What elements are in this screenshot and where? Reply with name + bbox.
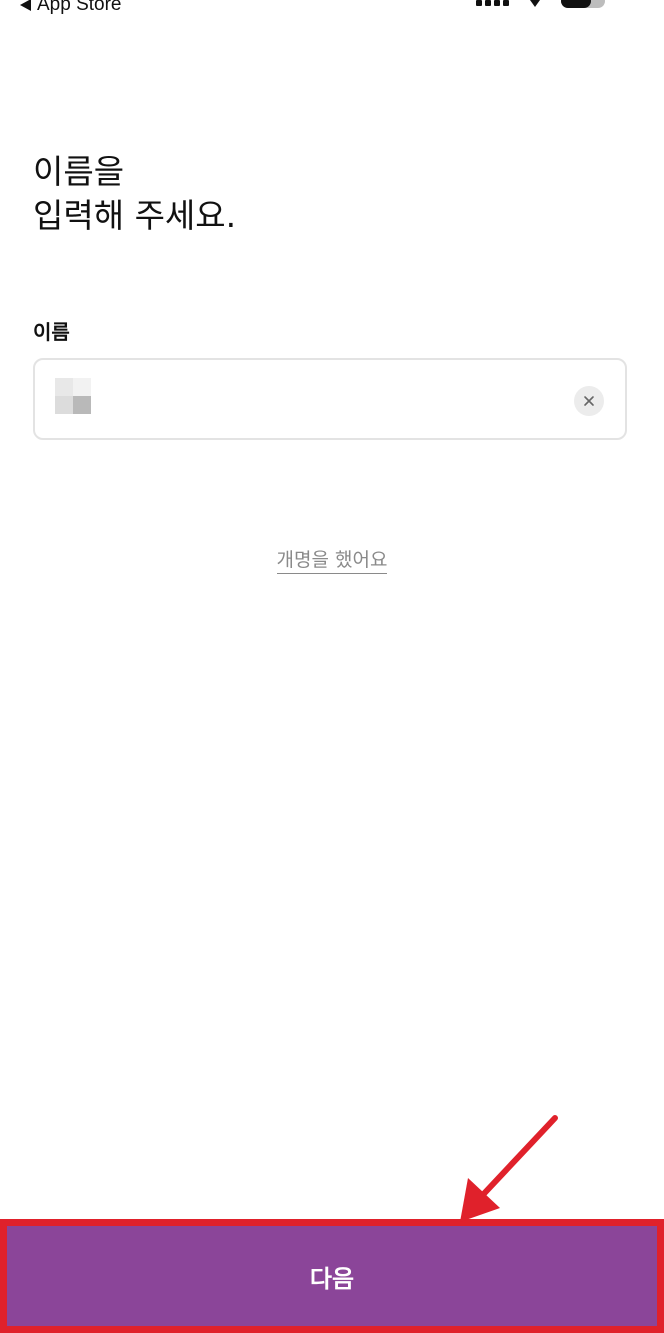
close-icon [584, 396, 594, 406]
renamed-link[interactable]: 개명을 했어요 [276, 549, 388, 574]
status-bar: App Store [0, 0, 664, 24]
back-label: App Store [37, 0, 122, 15]
name-input[interactable] [54, 366, 534, 430]
page-title: 이름을 입력해 주세요. [33, 152, 237, 235]
next-button[interactable]: 다음 [0, 1219, 664, 1333]
signal-icon [476, 0, 510, 6]
back-triangle-icon [20, 0, 31, 11]
clear-input-button[interactable] [574, 386, 604, 416]
battery-icon [561, 0, 605, 8]
wifi-icon [530, 0, 540, 7]
back-to-app-store-link[interactable]: App Store [20, 0, 122, 16]
renamed-link-container: 개명을 했어요 [0, 545, 664, 574]
name-field-label: 이름 [33, 320, 70, 344]
